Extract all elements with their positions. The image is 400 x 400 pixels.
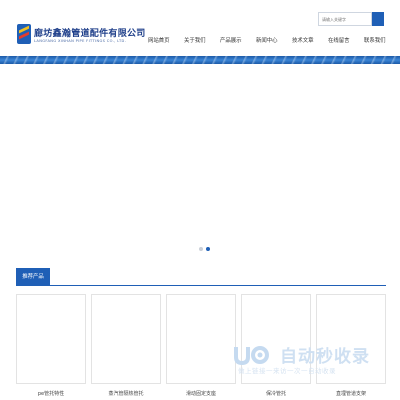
search-box: [318, 12, 384, 26]
product-label[interactable]: pe管托特性: [16, 390, 86, 397]
hero-slider[interactable]: [0, 64, 400, 258]
nav-item-home[interactable]: 网站首页: [148, 36, 170, 44]
main-nav: 网站首页 关于我们 产品展示 新闻中心 技术文章 在线留言 联系我们: [140, 36, 390, 46]
header-banner-strip: [0, 56, 400, 64]
section-title[interactable]: 推荐产品: [16, 268, 50, 286]
watermark-title: 自动秒收录: [280, 347, 370, 367]
site-header: 廊坊鑫瀚管道配件有限公司 LANGFANG XINHAN PIPE FITTIN…: [0, 0, 400, 58]
search-button[interactable]: [372, 12, 384, 26]
company-name-en: LANGFANG XINHAN PIPE FITTINGS CO., LTD.: [34, 39, 127, 43]
banner-pattern: [0, 56, 400, 64]
product-card[interactable]: 蒸汽管隔热管托: [91, 294, 161, 400]
product-card[interactable]: 滑动固定支座: [166, 294, 236, 400]
product-card[interactable]: pe管托特性: [16, 294, 86, 400]
product-image[interactable]: [91, 294, 161, 384]
watermark-overlay: 自动秒收录 做上链接一来访一次一自动收录: [232, 340, 392, 375]
recommended-section-header: 推荐产品: [16, 268, 386, 286]
nav-item-about[interactable]: 关于我们: [184, 36, 206, 44]
nav-item-products[interactable]: 产品展示: [220, 36, 242, 44]
watermark-subtitle: 做上链接一来访一次一自动收录: [238, 367, 336, 375]
product-image[interactable]: [16, 294, 86, 384]
watermark-logo-icon: [234, 346, 269, 365]
nav-item-articles[interactable]: 技术文章: [292, 36, 314, 44]
slider-dot-1[interactable]: [199, 247, 203, 251]
company-name[interactable]: 廊坊鑫瀚管道配件有限公司: [34, 26, 146, 39]
product-label[interactable]: 保冷管托: [241, 390, 311, 397]
search-input[interactable]: [318, 12, 372, 26]
nav-item-message[interactable]: 在线留言: [328, 36, 350, 44]
product-label[interactable]: 直埋管道支架: [316, 390, 386, 397]
company-logo[interactable]: [17, 24, 31, 44]
nav-item-news[interactable]: 新闻中心: [256, 36, 278, 44]
product-label[interactable]: 蒸汽管隔热管托: [91, 390, 161, 397]
slider-dot-2[interactable]: [206, 247, 210, 251]
nav-item-contact[interactable]: 联系我们: [364, 36, 386, 44]
product-label[interactable]: 滑动固定支座: [166, 390, 236, 397]
product-image[interactable]: [166, 294, 236, 384]
